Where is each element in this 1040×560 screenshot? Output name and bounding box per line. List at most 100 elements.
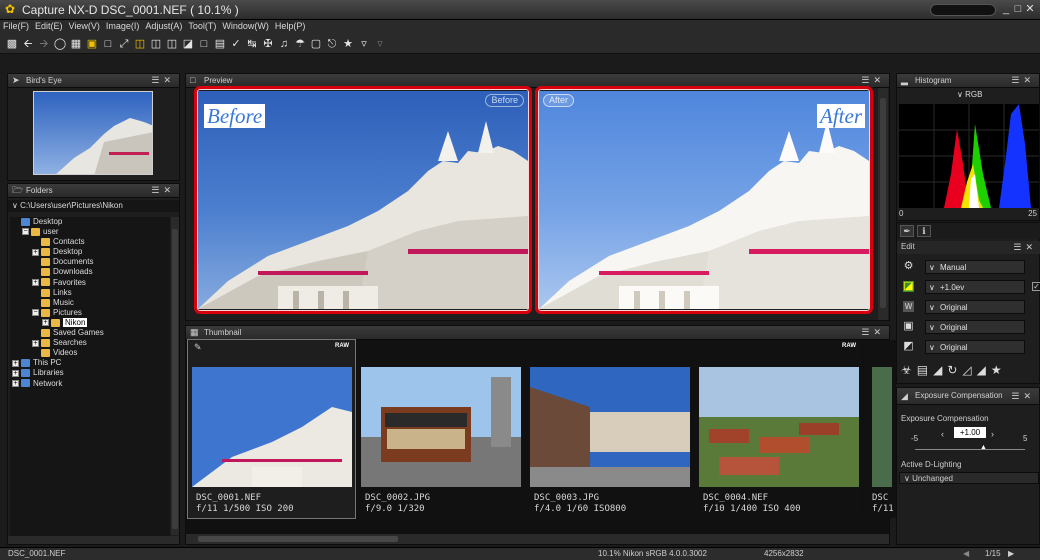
maximize-button[interactable]: □ [1012, 3, 1024, 15]
menu-tool[interactable]: Tool(T) [185, 20, 219, 31]
menu-view[interactable]: View(V) [66, 20, 103, 31]
forward-icon[interactable]: 🡪 [37, 37, 51, 51]
folder-tree-item[interactable]: + Libraries [10, 368, 170, 378]
folder-hscrollbar[interactable] [8, 536, 179, 544]
panel-controls[interactable]: ☰✕ [1013, 242, 1037, 253]
panel-controls[interactable]: ☰✕ [1011, 388, 1035, 404]
minimize-button[interactable]: _ [1000, 3, 1012, 15]
expander-icon[interactable]: + [12, 369, 19, 377]
levels-icon[interactable]: ◢ [933, 363, 947, 377]
highlight-icon[interactable]: ◪ [181, 37, 195, 51]
exposure-slider[interactable]: ▲ [915, 444, 1025, 451]
menu-edit[interactable]: Edit(E) [32, 20, 66, 31]
rotate-icon[interactable]: ◯ [53, 37, 67, 51]
folder-tree-item[interactable]: Music [10, 298, 170, 308]
mode-dropdown[interactable]: Manual [925, 260, 1025, 274]
edit-tab-icon[interactable]: ✒ [900, 225, 914, 237]
compare-split-icon[interactable]: ◫ [149, 37, 163, 51]
expander-icon[interactable]: + [32, 248, 39, 256]
crop-icon[interactable]: □ [197, 37, 211, 51]
panel-controls[interactable]: ☰✕ [151, 184, 175, 197]
folder-tree-item[interactable]: Downloads [10, 267, 170, 277]
retouch-icon[interactable]: ↹ [245, 37, 259, 51]
straighten-icon[interactable]: ▤ [213, 37, 227, 51]
adl-dropdown[interactable]: ∨ Unchanged [899, 472, 1039, 484]
filter-reset-icon[interactable]: ▿ [373, 37, 387, 51]
thumbnail-item[interactable]: DSC_0003.JPG f/4.0 1/60 ISO800 [526, 340, 693, 518]
expander-icon[interactable]: + [32, 278, 39, 286]
exposure-dropdown[interactable]: +1.0ev [925, 280, 1025, 294]
filter-off-icon[interactable]: ▿ [357, 37, 371, 51]
filter-icon[interactable]: ★ [341, 37, 355, 51]
white-balance-dropdown[interactable]: Original [925, 300, 1025, 314]
expander-icon[interactable]: + [32, 339, 39, 347]
expander-icon[interactable]: + [42, 319, 49, 327]
menu-adjust[interactable]: Adjust(A) [142, 20, 185, 31]
folder-tree-item[interactable]: + This PC [10, 358, 170, 368]
rotate-tool-icon[interactable]: ↻ [947, 363, 962, 377]
slideshow-icon[interactable]: ☂ [293, 37, 307, 51]
birds-eye-preview[interactable] [33, 91, 153, 175]
folder-tree-item[interactable]: + Nikon [10, 317, 170, 328]
folder-tree-item[interactable]: + Favorites [10, 278, 170, 288]
picture-control-dropdown[interactable]: Original [925, 320, 1025, 334]
crop-tool-icon[interactable]: ◢ [977, 363, 991, 377]
folder-tree-item[interactable]: Contacts [10, 237, 170, 247]
search-field[interactable] [930, 4, 996, 16]
thumbnail-item[interactable]: RAW DSC_0004.NEF f/10 1/400 ISO 400 [695, 340, 862, 518]
lens-correction-icon[interactable]: ☣ [901, 363, 917, 377]
menu-window[interactable]: Window(W) [219, 20, 272, 31]
panel-controls[interactable]: ☰✕ [1011, 74, 1035, 87]
folder-tree-item[interactable]: + Network [10, 379, 170, 389]
folder-scrollbar[interactable] [171, 217, 179, 535]
full-screen-icon[interactable]: □ [101, 37, 115, 51]
prev-page-button[interactable]: ◀ [963, 548, 969, 560]
slider-thumb[interactable]: ▲ [980, 444, 987, 451]
rating-icon[interactable]: ⎋ [325, 37, 339, 51]
channel-selector[interactable]: ∨ RGB [957, 90, 1017, 101]
close-button[interactable]: ✕ [1024, 2, 1036, 15]
folder-tree-item[interactable]: + Searches [10, 338, 170, 348]
camera-icon[interactable]: ★ [991, 363, 1007, 377]
thumbnail-item[interactable]: DSC_0002.JPG f/9.0 1/320 [357, 340, 524, 518]
menu-image[interactable]: Image(I) [103, 20, 143, 31]
expander-icon[interactable]: + [12, 379, 19, 387]
folder-tree[interactable]: Desktop − user Contacts + Desktop Documents Dow… [10, 217, 170, 537]
exposure-decrease[interactable]: ‹ [941, 429, 944, 439]
fit-icon[interactable]: ⤢ [117, 37, 131, 51]
next-page-button[interactable]: ▶ [1008, 548, 1014, 560]
folder-tree-item[interactable]: + Desktop [10, 247, 170, 257]
menu-help[interactable]: Help(P) [272, 20, 309, 31]
back-icon[interactable]: 🡨 [21, 37, 35, 51]
preview-scrollbar[interactable] [878, 88, 888, 320]
thumbnail-scrollbar[interactable] [186, 534, 889, 544]
histogram-view-icon[interactable]: ◫ [165, 37, 179, 51]
exposure-checkbox[interactable]: ✓ [1032, 282, 1040, 291]
color-picker-icon[interactable]: ♫ [277, 37, 291, 51]
folder-tree-item[interactable]: Videos [10, 348, 170, 358]
thumbnail-item[interactable]: RAW ✎ DSC_0001.NEF f/11 1/500 ISO 200 [187, 339, 356, 519]
dust-icon[interactable]: ✓ [229, 37, 243, 51]
exposure-value-input[interactable]: +1.00 [954, 427, 986, 438]
panel-controls[interactable]: ☰✕ [151, 74, 175, 87]
grid-icon[interactable]: ▦ [69, 37, 83, 51]
expander-icon[interactable]: + [12, 359, 19, 367]
red-eye-icon[interactable]: ✠ [261, 37, 275, 51]
noise-icon[interactable]: ▤ [917, 363, 933, 377]
panel-controls[interactable]: ☰✕ [861, 326, 885, 339]
menu-file[interactable]: File(F) [0, 20, 32, 31]
expander-icon[interactable]: − [22, 228, 29, 236]
folder-tree-item[interactable]: Documents [10, 257, 170, 267]
filmstrip-icon[interactable]: ▣ [85, 37, 99, 51]
folder-tree-item[interactable]: − Pictures [10, 308, 170, 318]
compare-icon[interactable]: ◫ [133, 37, 147, 51]
folder-tree-item[interactable]: − user [10, 227, 170, 237]
expander-icon[interactable]: − [32, 309, 39, 317]
thumbnail-item[interactable]: DSC f/11 [864, 340, 896, 518]
perspective-icon[interactable]: ◿ [962, 363, 976, 377]
folder-tree-item[interactable]: Links [10, 288, 170, 298]
label-icon[interactable]: ▢ [309, 37, 323, 51]
print-icon[interactable]: ▩ [5, 37, 19, 51]
tone-dropdown[interactable]: Original [925, 340, 1025, 354]
folder-path-selector[interactable]: ∨ C:\Users\user\Pictures\Nikon [8, 200, 179, 212]
